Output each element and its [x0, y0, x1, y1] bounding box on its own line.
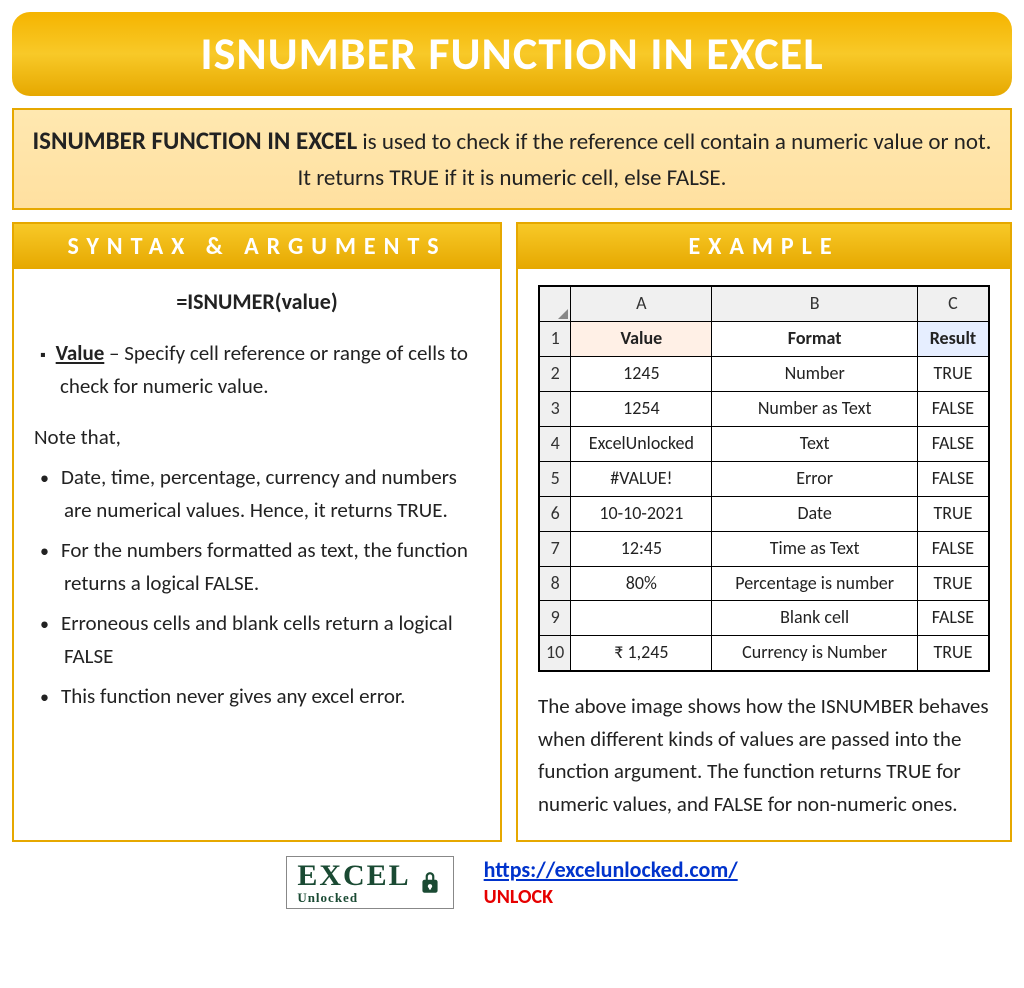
note-item: This function never gives any excel erro… [40, 680, 480, 713]
table-row: 9Blank cellFALSE [539, 601, 989, 636]
col-c: C [917, 286, 989, 321]
note-heading: Note that, [34, 421, 480, 454]
example-explanation: The above image shows how the ISNUMBER b… [538, 690, 990, 820]
table-row: 610-10-2021DateTRUE [539, 496, 989, 531]
syntax-body: =ISNUMER(value) Value – Specify cell ref… [14, 269, 500, 741]
header-format: Format [712, 322, 917, 357]
argument-desc: – Specify cell reference or range of cel… [60, 340, 468, 399]
col-b: B [712, 286, 917, 321]
row-num: 1 [539, 322, 571, 357]
table-row: 21245NumberTRUE [539, 357, 989, 392]
footer: EXCEL Unlocked https://excelunlocked.com… [12, 856, 1012, 909]
notes-list: Date, time, percentage, currency and num… [34, 461, 480, 713]
argument-item: Value – Specify cell reference or range … [40, 337, 480, 402]
example-body: A B C 1 Value Format Result 21245NumberT… [518, 269, 1010, 840]
intro-bold: ISNUMBER FUNCTION IN EXCEL [33, 125, 358, 156]
argument-label: Value [56, 340, 105, 366]
formula-text: =ISNUMER(value) [34, 285, 480, 319]
syntax-panel: SYNTAX & ARGUMENTS =ISNUMER(value) Value… [12, 222, 502, 842]
page-title: ISNUMBER FUNCTION IN EXCEL [200, 26, 823, 82]
table-row: 31254Number as TextFALSE [539, 392, 989, 427]
col-a: A [571, 286, 712, 321]
table-row: 4ExcelUnlockedTextFALSE [539, 426, 989, 461]
intro-text: is used to check if the reference cell c… [298, 128, 992, 192]
header-result: Result [917, 322, 989, 357]
note-item: Erroneous cells and blank cells return a… [40, 607, 480, 672]
example-header: EXAMPLE [518, 224, 1010, 269]
footer-links: https://excelunlocked.com/ UNLOCK [484, 856, 738, 909]
site-link[interactable]: https://excelunlocked.com/ [484, 856, 738, 883]
page-title-banner: ISNUMBER FUNCTION IN EXCEL [12, 12, 1012, 96]
sheet-corner [539, 286, 571, 321]
table-row: 880%Percentage is numberTRUE [539, 566, 989, 601]
example-panel: EXAMPLE A B C 1 Value Format Result 2124… [516, 222, 1012, 842]
intro-box: ISNUMBER FUNCTION IN EXCEL is used to ch… [12, 108, 1012, 210]
table-row: 10₹ 1,245Currency is NumberTRUE [539, 636, 989, 671]
lock-icon [417, 870, 443, 896]
logo-text-stack: EXCEL Unlocked [297, 861, 410, 904]
brand-logo: EXCEL Unlocked [286, 856, 453, 909]
two-column-layout: SYNTAX & ARGUMENTS =ISNUMER(value) Value… [12, 222, 1012, 842]
syntax-header: SYNTAX & ARGUMENTS [14, 224, 500, 269]
header-value: Value [571, 322, 712, 357]
argument-list: Value – Specify cell reference or range … [34, 337, 480, 402]
table-row: 5#VALUE!ErrorFALSE [539, 461, 989, 496]
note-item: Date, time, percentage, currency and num… [40, 461, 480, 526]
logo-sub: Unlocked [297, 891, 410, 904]
logo-main: EXCEL [297, 861, 410, 891]
note-item: For the numbers formatted as text, the f… [40, 534, 480, 599]
example-spreadsheet: A B C 1 Value Format Result 21245NumberT… [538, 285, 990, 672]
table-row: 712:45Time as TextFALSE [539, 531, 989, 566]
unlock-label: UNLOCK [484, 885, 553, 909]
